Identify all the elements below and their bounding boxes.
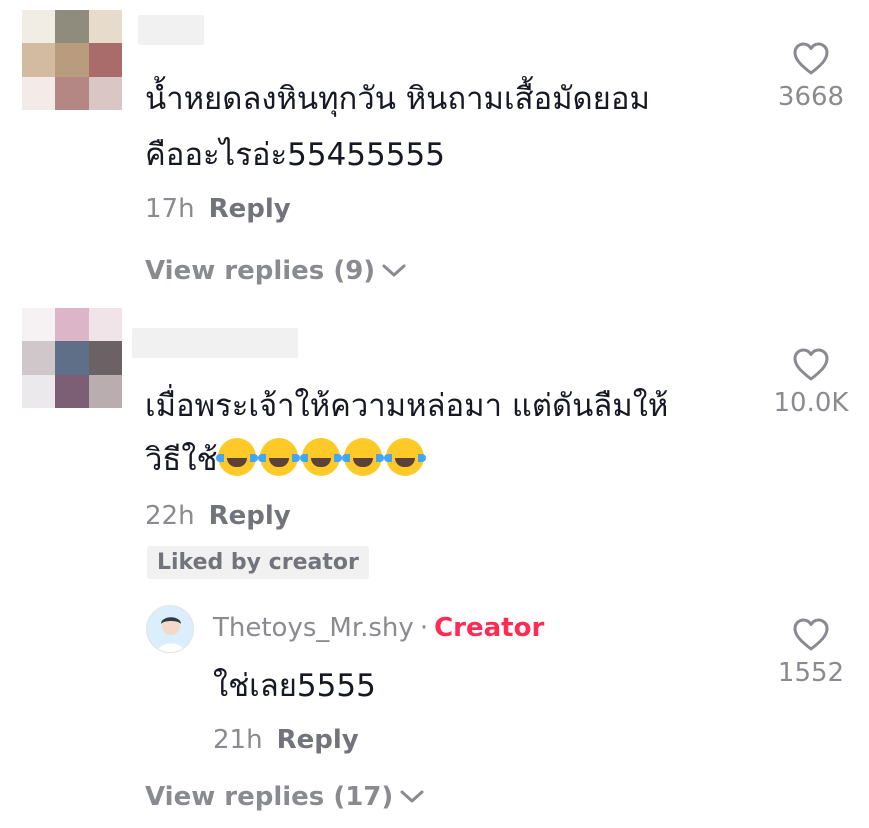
heart-outline-icon bbox=[793, 42, 829, 75]
chevron-down-icon bbox=[400, 790, 424, 803]
comment-text-line-1: น้ำหยดลงหินทุกวัน หินถามเสื้อมัดยอม bbox=[145, 81, 650, 117]
reply-text: ใช่เลย5555 bbox=[213, 668, 376, 704]
comment-text-line-2-text: วิธีใช้ bbox=[145, 442, 218, 478]
heart-outline-icon bbox=[793, 618, 829, 651]
face-with-tears-of-joy-icon bbox=[257, 438, 300, 476]
like-button[interactable]: 3668 bbox=[756, 42, 866, 112]
view-replies-label: View replies (9) bbox=[145, 256, 376, 286]
comment-text-line-2: คืออะไรอ่ะ55455555 bbox=[145, 137, 445, 173]
like-count: 10.0K bbox=[773, 388, 849, 418]
reply-button[interactable]: Reply bbox=[277, 725, 359, 755]
face-with-tears-of-joy-icon bbox=[341, 438, 384, 476]
commenter-avatar[interactable] bbox=[22, 308, 122, 408]
view-replies-button[interactable]: View replies (9) bbox=[145, 256, 407, 286]
like-count: 3668 bbox=[777, 82, 845, 112]
comment-meta: 17h Reply bbox=[145, 194, 291, 224]
like-count: 1552 bbox=[777, 658, 845, 688]
reply-time: 21h bbox=[213, 725, 263, 755]
view-replies-button[interactable]: View replies (17) bbox=[145, 782, 425, 812]
commenter-username-blurred[interactable] bbox=[132, 328, 298, 358]
face-with-tears-of-joy-icon bbox=[215, 438, 258, 476]
chevron-down-icon bbox=[382, 264, 406, 277]
like-button[interactable]: 1552 bbox=[756, 618, 866, 688]
reply-button[interactable]: Reply bbox=[209, 501, 291, 531]
creator-username[interactable]: Thetoys_Mr.shy bbox=[213, 613, 414, 643]
creator-avatar-image bbox=[157, 617, 185, 652]
face-with-tears-of-joy-icon bbox=[383, 438, 426, 476]
creator-username-line: Thetoys_Mr.shy · Creator bbox=[213, 613, 544, 643]
separator-dot: · bbox=[419, 613, 429, 643]
liked-by-creator-badge: Liked by creator bbox=[147, 546, 369, 579]
comment-text-line-1: เมื่อพระเจ้าให้ความหล่อมา แต่ดันลืมให้ bbox=[145, 388, 669, 424]
creator-tag: Creator bbox=[434, 613, 545, 643]
reply-button[interactable]: Reply bbox=[209, 194, 291, 224]
heart-outline-icon bbox=[793, 348, 829, 381]
reply-meta: 21h Reply bbox=[213, 725, 359, 755]
creator-avatar[interactable] bbox=[146, 605, 194, 653]
comment-text-line-2: วิธีใช้ bbox=[145, 433, 428, 488]
face-with-tears-of-joy-icon bbox=[299, 438, 342, 476]
comment-time: 22h bbox=[145, 501, 195, 531]
comment-meta: 22h Reply bbox=[145, 501, 291, 531]
commenter-avatar[interactable] bbox=[22, 10, 122, 110]
commenter-username-blurred[interactable] bbox=[138, 15, 204, 45]
like-button[interactable]: 10.0K bbox=[756, 348, 866, 418]
view-replies-label: View replies (17) bbox=[145, 782, 394, 812]
comment-time: 17h bbox=[145, 194, 195, 224]
